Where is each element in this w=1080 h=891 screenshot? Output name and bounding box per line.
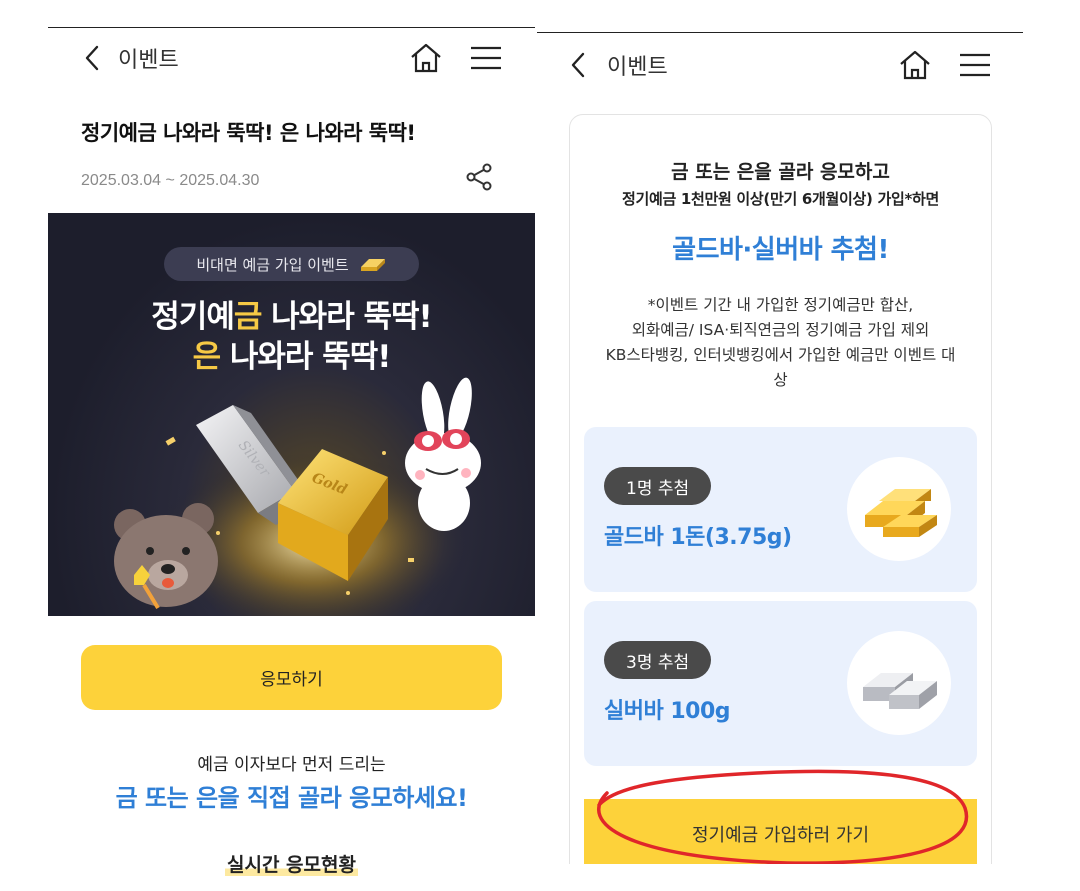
hamburger-menu-icon[interactable] — [959, 52, 991, 78]
event-date: 2025.03.04 ~ 2025.04.30 — [81, 172, 260, 189]
prize-name: 골드바 1돈(3.75g) — [604, 525, 792, 550]
prize-card-gold: 1명 추첨 골드바 1돈(3.75g) — [584, 427, 977, 592]
prize-count-tag: 3명 추첨 — [604, 641, 712, 679]
right-phone-screen: 이벤트 금 또는 은을 골라 응모하고 정기예금 1천만원 이상(만기 6개월이… — [537, 32, 1023, 864]
gold-bar-icon — [847, 457, 951, 561]
hamburger-menu-icon[interactable] — [470, 45, 502, 71]
home-icon[interactable] — [898, 49, 932, 81]
promo-headline: 금 또는 은을 직접 골라 응모하세요! — [115, 784, 468, 812]
event-title: 정기예금 나와라 뚝딱! 은 나와라 뚝딱! — [81, 121, 416, 145]
prize-card-silver: 3명 추첨 실버바 100g — [584, 601, 977, 766]
promo-subtitle: 예금 이자보다 먼저 드리는 — [197, 755, 386, 775]
silver-bar-icon — [847, 631, 951, 735]
bear-character — [114, 503, 218, 610]
realtime-status-heading: 실시간 응모현황 — [225, 854, 358, 876]
card-headline: 골드바·실버바 추첨! — [672, 235, 889, 265]
banner-illustration: Silver Gold — [114, 377, 481, 616]
screenshot-stage: 이벤트 정기예금 나와라 뚝딱! 은 나와라 뚝딱! 2025.03.04 ~ … — [0, 0, 1080, 891]
note-line: 상 — [773, 371, 788, 389]
back-arrow-icon[interactable] — [568, 50, 588, 80]
back-arrow-icon[interactable] — [82, 43, 102, 73]
left-phone-screen: 이벤트 정기예금 나와라 뚝딱! 은 나와라 뚝딱! 2025.03.04 ~ … — [48, 27, 535, 891]
header-title: 이벤트 — [607, 55, 668, 80]
card-line1: 금 또는 은을 골라 응모하고 — [671, 161, 890, 183]
prize-count-tag: 1명 추첨 — [604, 467, 712, 505]
apply-button[interactable]: 응모하기 — [81, 645, 502, 710]
header-bar: 이벤트 — [537, 35, 1023, 95]
event-info-card: 금 또는 은을 골라 응모하고 정기예금 1천만원 이상(만기 6개월이상) 가… — [569, 114, 992, 864]
go-to-deposit-button[interactable]: 정기예금 가입하러 가기 — [584, 799, 977, 864]
note-line: 외화예금/ ISA·퇴직연금의 정기예금 가입 제외 — [631, 321, 930, 339]
event-notes: *이벤트 기간 내 가입한 정기예금만 합산, 외화예금/ ISA·퇴직연금의 … — [580, 293, 981, 393]
header-bar: 이벤트 — [48, 28, 535, 88]
header-title: 이벤트 — [118, 48, 179, 73]
note-line: *이벤트 기간 내 가입한 정기예금만 합산, — [647, 296, 914, 314]
share-icon[interactable] — [464, 162, 494, 192]
card-line2: 정기예금 1천만원 이상(만기 6개월이상) 가입*하면 — [621, 190, 940, 208]
home-icon[interactable] — [409, 42, 443, 74]
event-banner: 비대면 예금 가입 이벤트 정기예금 나와라 뚝딱! 은 나와라 뚝딱! Sil… — [48, 213, 535, 616]
note-line: KB스타뱅킹, 인터넷뱅킹에서 가입한 예금만 이벤트 대 — [605, 346, 956, 364]
prize-name: 실버바 100g — [604, 699, 731, 724]
